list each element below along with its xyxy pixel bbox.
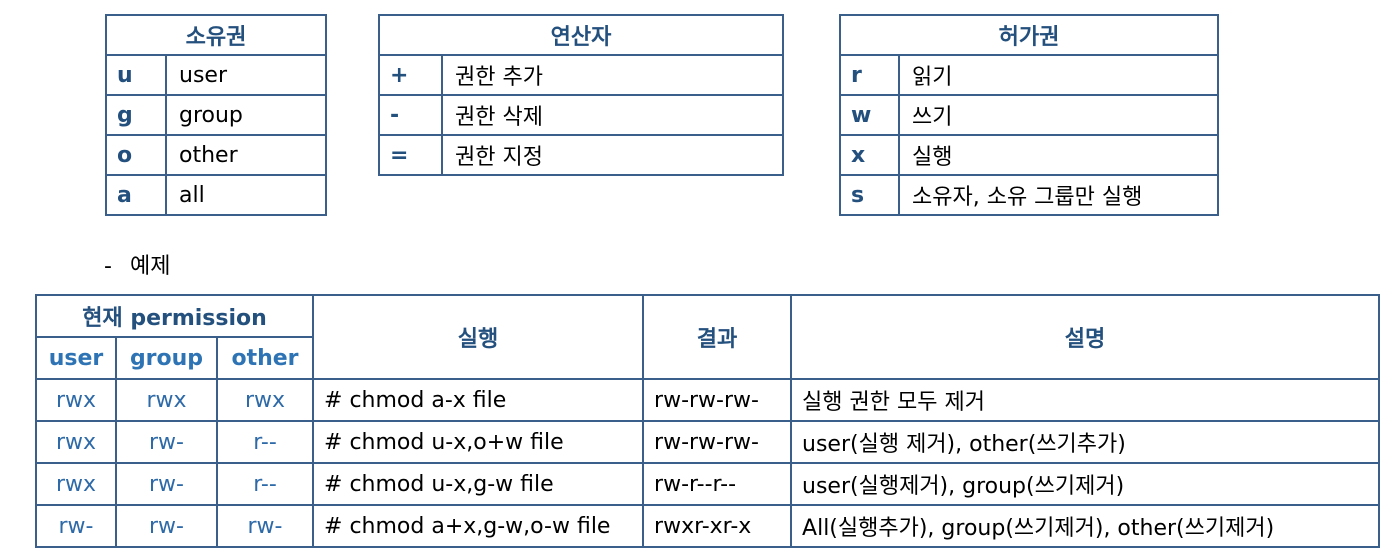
permission-value: 읽기 bbox=[898, 54, 1219, 96]
user-header: user bbox=[35, 336, 117, 380]
table-row: u user bbox=[105, 54, 327, 96]
owner-table-header-row: 소유권 bbox=[105, 14, 327, 56]
user-permission: rw- bbox=[35, 504, 117, 548]
table-row: = 권한 지정 bbox=[378, 134, 784, 176]
table-row: o other bbox=[105, 134, 327, 176]
owner-table-title: 소유권 bbox=[105, 14, 327, 56]
table-row: + 권한 추가 bbox=[378, 54, 784, 96]
permission-key: x bbox=[839, 134, 900, 176]
command: # chmod u-x,g-w file bbox=[312, 462, 645, 506]
operator-table: 연산자 + 권한 추가 - 권한 삭제 = 권한 지정 bbox=[378, 14, 784, 176]
operator-key: + bbox=[378, 54, 443, 96]
table-row: s 소유자, 소유 그룹만 실행 bbox=[839, 174, 1219, 216]
group-permission: rw- bbox=[115, 420, 218, 464]
permission-key: w bbox=[839, 94, 900, 136]
result: rw-rw-rw- bbox=[642, 378, 793, 422]
permission-key: r bbox=[839, 54, 900, 96]
example-heading: - 예제 bbox=[104, 248, 170, 280]
description: 실행 권한 모두 제거 bbox=[790, 378, 1380, 422]
operator-value: 권한 추가 bbox=[441, 54, 784, 96]
result: rw-rw-rw- bbox=[642, 420, 793, 464]
description: user(실행 제거), other(쓰기추가) bbox=[790, 420, 1380, 464]
owner-key: a bbox=[105, 174, 167, 216]
owner-value: group bbox=[165, 94, 327, 136]
group-permission: rw- bbox=[115, 504, 218, 548]
table-row: rwx rwx rwx # chmod a-x file rw-rw-rw- 실… bbox=[35, 378, 1380, 422]
result: rw-r--r-- bbox=[642, 462, 793, 506]
other-header: other bbox=[215, 336, 315, 380]
user-permission: rwx bbox=[35, 378, 117, 422]
result: rwxr-xr-x bbox=[642, 504, 793, 548]
group-header: group bbox=[115, 336, 218, 380]
owner-key: g bbox=[105, 94, 167, 136]
operator-value: 권한 지정 bbox=[441, 134, 784, 176]
owner-value: other bbox=[165, 134, 327, 176]
owner-key: u bbox=[105, 54, 167, 96]
owner-key: o bbox=[105, 134, 167, 176]
description: user(실행제거), group(쓰기제거) bbox=[790, 462, 1380, 506]
description-header: 설명 bbox=[790, 294, 1380, 380]
group-permission: rwx bbox=[115, 378, 218, 422]
owner-table: 소유권 u user g group o other a all bbox=[105, 14, 327, 216]
description: All(실행추가), group(쓰기제거), other(쓰기제거) bbox=[790, 504, 1380, 548]
current-permission-header: 현재 permission bbox=[34, 294, 315, 338]
table-row: rw- rw- rw- # chmod a+x,g-w,o-w file rwx… bbox=[35, 504, 1380, 548]
permission-table-title: 허가권 bbox=[839, 14, 1219, 56]
command: # chmod a-x file bbox=[312, 378, 645, 422]
other-permission: rwx bbox=[215, 378, 315, 422]
user-permission: rwx bbox=[35, 462, 117, 506]
table-row: r 읽기 bbox=[839, 54, 1219, 96]
operator-table-header-row: 연산자 bbox=[378, 14, 784, 56]
permission-value: 쓰기 bbox=[898, 94, 1219, 136]
operator-key: - bbox=[378, 94, 443, 136]
table-row: rwx rw- r-- # chmod u-x,o+w file rw-rw-r… bbox=[35, 420, 1380, 464]
permission-table: 허가권 r 읽기 w 쓰기 x 실행 s 소유자, 소유 그룹만 실행 bbox=[839, 14, 1219, 216]
owner-value: user bbox=[165, 54, 327, 96]
table-row: - 권한 삭제 bbox=[378, 94, 784, 136]
permission-table-header-row: 허가권 bbox=[839, 14, 1219, 56]
table-row: a all bbox=[105, 174, 327, 216]
table-row: g group bbox=[105, 94, 327, 136]
bullet-dash: - bbox=[104, 254, 112, 279]
user-permission: rwx bbox=[35, 420, 117, 464]
table-row: w 쓰기 bbox=[839, 94, 1219, 136]
permission-key: s bbox=[839, 174, 900, 216]
command: # chmod a+x,g-w,o-w file bbox=[312, 504, 645, 548]
operator-table-title: 연산자 bbox=[378, 14, 784, 56]
examples-table: 현재 permission 실행 결과 설명 user group other … bbox=[34, 294, 1380, 548]
permission-value: 실행 bbox=[898, 134, 1219, 176]
other-permission: rw- bbox=[215, 504, 315, 548]
operator-key: = bbox=[378, 134, 443, 176]
owner-value: all bbox=[165, 174, 327, 216]
group-permission: rw- bbox=[115, 462, 218, 506]
table-row: rwx rw- r-- # chmod u-x,g-w file rw-r--r… bbox=[35, 462, 1380, 506]
examples-header-row: 현재 permission 실행 결과 설명 bbox=[34, 294, 1380, 380]
permission-value: 소유자, 소유 그룹만 실행 bbox=[898, 174, 1219, 216]
other-permission: r-- bbox=[215, 420, 315, 464]
operator-value: 권한 삭제 bbox=[441, 94, 784, 136]
table-row: x 실행 bbox=[839, 134, 1219, 176]
other-permission: r-- bbox=[215, 462, 315, 506]
execute-header: 실행 bbox=[312, 294, 645, 380]
example-heading-text: 예제 bbox=[129, 254, 171, 279]
command: # chmod u-x,o+w file bbox=[312, 420, 645, 464]
result-header: 결과 bbox=[642, 294, 793, 380]
